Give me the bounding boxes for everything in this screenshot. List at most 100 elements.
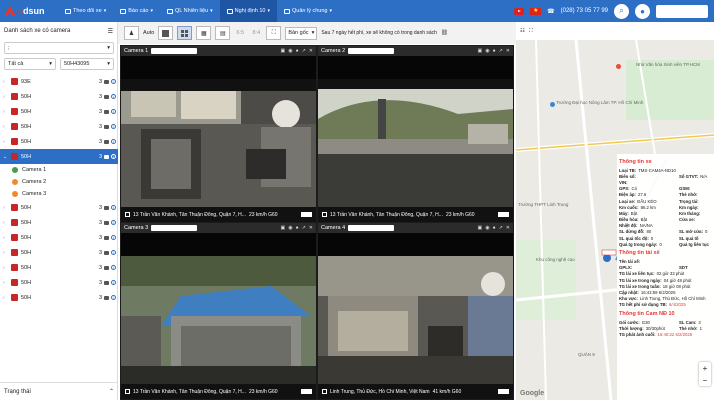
map-pin-icon[interactable] xyxy=(550,102,555,107)
driver-icon[interactable]: ♟ xyxy=(124,26,139,40)
camera-tile-2[interactable]: Camera 2 ▣ ◉ ● ↗ ✕ 13 Trần Văn Khánh, Tân Thu… xyxy=(318,46,513,222)
record-icon[interactable]: ● xyxy=(296,225,299,231)
user-avatar-icon[interactable]: ● xyxy=(635,3,650,19)
vehicle-row[interactable]: › 50H 3 i xyxy=(0,275,118,290)
camera-tile-3[interactable]: Camera 3 ▣ ◉ ● ↗ ✕ 13 Trần Văn Khánh, Tân Thu… xyxy=(121,223,316,399)
plate-search-input[interactable]: 50H43095 ▾ xyxy=(60,58,114,70)
select-checkbox[interactable] xyxy=(322,212,327,217)
open-external-icon[interactable]: ↗ xyxy=(302,225,306,231)
camera-snapshot-icon[interactable]: ◉ xyxy=(485,225,489,231)
vehicle-row[interactable]: › 50H 3 i xyxy=(0,290,118,305)
picture-icon[interactable]: ▣ xyxy=(280,225,285,231)
map-panel[interactable]: ☷ ⛶ Nhà Văn hóa Sinh viên TP.HCM Trường … xyxy=(516,22,714,400)
camera-item[interactable]: Camera 2 xyxy=(0,176,118,188)
chevron-right-icon[interactable]: › xyxy=(3,79,8,85)
chevron-right-icon[interactable]: › xyxy=(3,235,8,241)
status-select[interactable]: Tất cả ▾ xyxy=(4,58,56,70)
info-icon[interactable]: i xyxy=(111,235,116,240)
map-layers-icon[interactable]: ☷ xyxy=(520,28,525,34)
chevron-right-icon[interactable]: › xyxy=(3,250,8,256)
chevron-right-icon[interactable]: › xyxy=(3,295,8,301)
vehicle-row[interactable]: › 93E 3 i xyxy=(0,74,118,89)
nav-ql-nhien-lieu[interactable]: QL Nhiên liệu ▾ xyxy=(160,0,220,22)
zoom-in-button[interactable]: + xyxy=(703,364,708,373)
close-icon[interactable]: ✕ xyxy=(309,48,313,54)
map-pin-icon[interactable] xyxy=(616,64,621,69)
close-icon[interactable]: ✕ xyxy=(309,225,313,231)
vehicle-row[interactable]: › 50H 3 i xyxy=(0,119,118,134)
vehicle-row[interactable]: › 50H 3 i xyxy=(0,245,118,260)
chevron-right-icon[interactable]: › xyxy=(3,139,8,145)
chevron-down-icon[interactable]: ⌄ xyxy=(3,154,8,160)
camera-tile-1[interactable]: Camera 1 ▣ ◉ ● ↗ ✕ 13 Trần Văn Khánh, Tân Thu… xyxy=(121,46,316,222)
info-icon[interactable]: i xyxy=(111,124,116,129)
record-icon[interactable]: ● xyxy=(493,48,496,54)
chevron-right-icon[interactable]: › xyxy=(3,205,8,211)
fullscreen-icon[interactable]: ⛶ xyxy=(266,26,282,40)
nav-quan-ly-chung[interactable]: Quản lý chung ▾ xyxy=(277,0,339,22)
record-icon[interactable]: ● xyxy=(296,48,299,54)
vehicle-row[interactable]: › 50H 3 i xyxy=(0,134,118,149)
chevron-right-icon[interactable]: › xyxy=(3,265,8,271)
chevron-right-icon[interactable]: › xyxy=(3,109,8,115)
info-icon[interactable]: i xyxy=(111,265,116,270)
auto-toggle[interactable]: Auto xyxy=(143,30,154,36)
camera-item[interactable]: Camera 1 xyxy=(0,164,118,176)
nav-theo-doi-xe[interactable]: Theo dõi xe ▾ xyxy=(58,0,113,22)
picture-icon[interactable]: ▣ xyxy=(280,48,285,54)
info-icon[interactable]: i xyxy=(111,220,116,225)
info-icon[interactable]: i xyxy=(111,94,116,99)
vehicle-row[interactable]: › 50H 3 i xyxy=(0,215,118,230)
info-icon[interactable]: i xyxy=(111,79,116,84)
layout-9-button[interactable]: ▦ xyxy=(196,26,212,40)
chevron-right-icon[interactable]: › xyxy=(3,124,8,130)
zoom-out-button[interactable]: − xyxy=(703,376,708,385)
nav-nghi-dinh-10[interactable]: Nghị định 10 ▾ xyxy=(219,0,278,22)
chevron-right-icon[interactable]: › xyxy=(3,220,8,226)
layout-1-button[interactable] xyxy=(158,26,174,40)
chevron-up-icon[interactable]: ⌃ xyxy=(109,388,114,395)
layout-6-5-button[interactable]: 6:5 xyxy=(234,30,246,36)
open-external-icon[interactable]: ↗ xyxy=(499,48,503,54)
chevron-right-icon[interactable]: › xyxy=(3,94,8,100)
camera-snapshot-icon[interactable]: ◉ xyxy=(288,48,292,54)
close-icon[interactable]: ✕ xyxy=(506,225,510,231)
info-icon[interactable]: i xyxy=(111,280,116,285)
vehicle-row-selected[interactable]: ⌄ 50H 3 i xyxy=(0,149,118,164)
status-panel-header[interactable]: Trạng thái ⌃ xyxy=(0,382,118,400)
search-icon[interactable]: ⌕ xyxy=(614,3,629,19)
vehicle-row[interactable]: › 50H 3 i xyxy=(0,200,118,215)
vehicle-row[interactable]: › 50H 3 i xyxy=(0,89,118,104)
picture-icon[interactable]: ▣ xyxy=(477,48,482,54)
chevron-right-icon[interactable]: › xyxy=(3,280,8,286)
select-checkbox[interactable] xyxy=(125,389,130,394)
vehicle-row[interactable]: › 50H 3 i xyxy=(0,260,118,275)
list-menu-icon[interactable]: ☰ xyxy=(108,28,113,35)
picture-icon[interactable]: ▣ xyxy=(477,225,482,231)
layout-wide-button[interactable]: ▤ xyxy=(215,26,231,40)
map-fullscreen-icon[interactable]: ⛶ xyxy=(529,28,533,35)
info-icon[interactable]: i xyxy=(111,205,116,210)
group-select[interactable]: ; ▾ xyxy=(4,42,114,54)
link-icon[interactable]: ⛓ xyxy=(441,30,448,36)
info-icon[interactable]: i xyxy=(111,109,116,114)
layout-4-button[interactable] xyxy=(177,26,193,40)
open-external-icon[interactable]: ↗ xyxy=(302,48,306,54)
record-icon[interactable]: ● xyxy=(493,225,496,231)
vietnam-flag-icon[interactable] xyxy=(530,7,542,15)
account-name[interactable] xyxy=(656,4,708,18)
source-select[interactable]: Bản gốc ▾ xyxy=(285,26,318,40)
layout-8-4-button[interactable]: 8:4 xyxy=(250,30,262,36)
nav-bao-cao[interactable]: Báo cáo ▾ xyxy=(113,0,160,22)
camera-tile-4[interactable]: Camera 4 ▣ ◉ ● ↗ ✕ Linh Trung, Thủ Đức, Hồ Ch… xyxy=(318,223,513,399)
close-icon[interactable]: ✕ xyxy=(506,48,510,54)
info-icon[interactable]: i xyxy=(111,139,116,144)
select-checkbox[interactable] xyxy=(322,389,327,394)
vehicle-row[interactable]: › 50H 3 i xyxy=(0,230,118,245)
info-icon[interactable]: i xyxy=(111,154,116,159)
camera-snapshot-icon[interactable]: ◉ xyxy=(288,225,292,231)
open-external-icon[interactable]: ↗ xyxy=(499,225,503,231)
camera-item[interactable]: Camera 3 xyxy=(0,188,118,200)
info-icon[interactable]: i xyxy=(111,250,116,255)
info-icon[interactable]: i xyxy=(111,295,116,300)
